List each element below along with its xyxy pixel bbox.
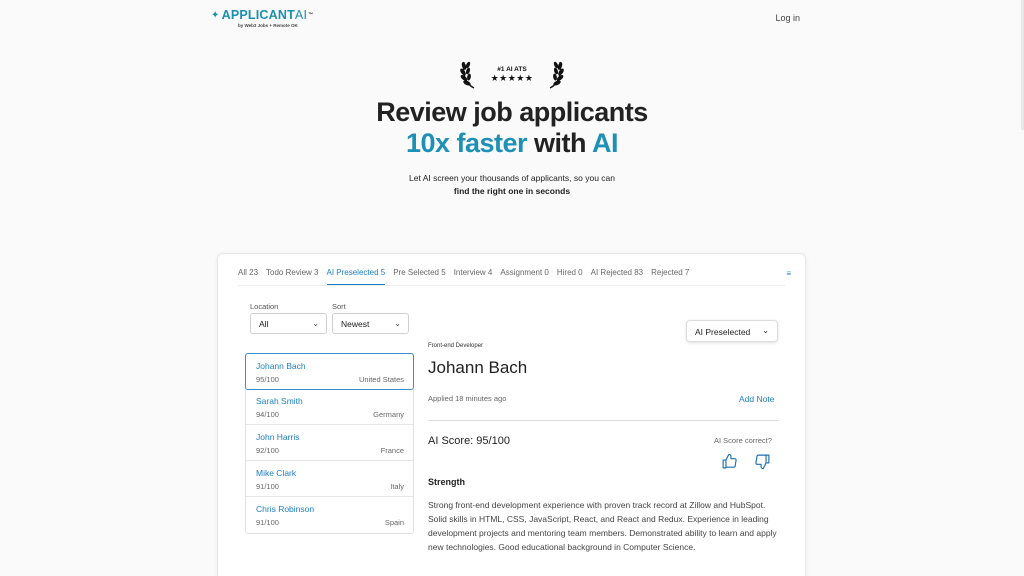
add-note-link[interactable]: Add Note xyxy=(739,394,774,404)
tab-rejected[interactable]: Rejected 7 xyxy=(651,268,689,285)
ai-score-question: AI Score correct? xyxy=(714,436,772,445)
list-item[interactable]: Chris Robinson 91/100 Spain xyxy=(246,497,413,533)
hero-title-line2: 10x faster with AI xyxy=(0,128,1024,159)
thumbs-down-icon[interactable] xyxy=(754,453,771,470)
applicant-review-card: All 23 Todo Review 3 AI Preselected 5 Pr… xyxy=(217,253,806,576)
applicant-name: Johann Bach xyxy=(428,358,528,377)
candidate-list: Johann Bach 95/100 United States Sarah S… xyxy=(245,353,414,534)
job-role: Front-end Developer xyxy=(428,343,484,349)
location-value: All xyxy=(259,319,269,329)
tab-hired[interactable]: Hired 0 xyxy=(557,268,583,285)
logo[interactable]: ✦ APPLICANT AI ™ by Web3 Jobs + Remote O… xyxy=(211,8,313,28)
chevron-down-icon: ⌄ xyxy=(394,319,401,328)
list-item[interactable]: Johann Bach 95/100 United States xyxy=(245,353,414,390)
hero-subtitle-line2: find the right one in seconds xyxy=(453,186,571,196)
status-tabs: All 23 Todo Review 3 AI Preselected 5 Pr… xyxy=(238,268,697,285)
status-value: AI Preselected xyxy=(695,327,751,337)
candidate-name: John Harris xyxy=(256,432,300,442)
candidate-score: 91/100 xyxy=(256,482,279,491)
location-select[interactable]: All ⌄ xyxy=(250,313,327,334)
menu-icon[interactable]: ≡ xyxy=(786,269,791,278)
candidate-location: France xyxy=(380,446,404,455)
tab-all[interactable]: All 23 xyxy=(238,268,258,285)
tab-ai-rejected[interactable]: AI Rejected 83 xyxy=(591,268,643,285)
candidate-score: 91/100 xyxy=(256,518,279,527)
list-item[interactable]: Mike Clark 91/100 Italy xyxy=(246,461,413,497)
chevron-down-icon: ⌄ xyxy=(762,326,769,335)
tab-ai-preselected[interactable]: AI Preselected 5 xyxy=(326,268,386,285)
thumbs-up-icon[interactable] xyxy=(721,453,738,470)
candidate-score: 94/100 xyxy=(256,410,279,419)
hero-highlight-ai: AI xyxy=(592,128,619,158)
tab-pre-selected[interactable]: Pre Selected 5 xyxy=(393,268,445,285)
logo-trademark: ™ xyxy=(308,12,314,18)
logo-main-text: APPLICANT xyxy=(221,8,295,22)
logo-ai-text: AI xyxy=(294,8,308,22)
award-badge: #1 AI ATS ★★★★★ xyxy=(460,58,564,92)
status-select[interactable]: AI Preselected ⌄ xyxy=(686,320,778,342)
candidate-location: Spain xyxy=(384,518,404,527)
candidate-location: United States xyxy=(358,375,404,384)
chevron-down-icon: ⌄ xyxy=(312,319,319,328)
strength-heading: Strength xyxy=(428,477,465,487)
sort-value: Newest xyxy=(341,319,370,329)
laurel-right-icon xyxy=(549,61,564,89)
sort-label: Sort xyxy=(332,302,346,311)
tab-assignment[interactable]: Assignment 0 xyxy=(500,268,548,285)
list-item[interactable]: John Harris 92/100 France xyxy=(246,425,413,461)
sort-select[interactable]: Newest ⌄ xyxy=(332,313,409,334)
sparkle-icon: ✦ xyxy=(211,9,220,21)
candidate-score: 92/100 xyxy=(256,446,279,455)
tab-interview[interactable]: Interview 4 xyxy=(454,268,493,285)
list-item[interactable]: Sarah Smith 94/100 Germany xyxy=(246,389,413,425)
candidate-location: Italy xyxy=(390,482,404,491)
tab-todo-review[interactable]: Todo Review 3 xyxy=(266,268,318,285)
candidate-score: 95/100 xyxy=(256,375,279,384)
candidate-name: Sarah Smith xyxy=(256,396,303,406)
hero-subtitle-line1: Let AI screen your thousands of applican… xyxy=(408,173,616,183)
hero-with-text: with xyxy=(527,128,593,158)
tabs-divider xyxy=(238,285,785,286)
logo-wordmark: ✦ APPLICANT AI ™ xyxy=(211,8,313,22)
login-link[interactable]: Log in xyxy=(775,13,800,23)
hero-highlight-10x: 10x faster xyxy=(405,128,528,158)
strength-text: Strong front-end development experience … xyxy=(428,500,777,552)
candidate-name: Chris Robinson xyxy=(256,504,315,514)
hero-title-line1: Review job applicants xyxy=(376,97,648,127)
location-label: Location xyxy=(250,302,279,311)
candidate-name: Johann Bach xyxy=(256,361,306,371)
ai-score: AI Score: 95/100 xyxy=(428,435,510,447)
candidate-location: Germany xyxy=(373,410,404,419)
logo-subtitle: by Web3 Jobs + Remote OK xyxy=(238,23,298,28)
candidate-name: Mike Clark xyxy=(256,468,297,478)
detail-divider xyxy=(428,420,779,421)
applied-time: Applied 18 minutes ago xyxy=(428,394,507,403)
